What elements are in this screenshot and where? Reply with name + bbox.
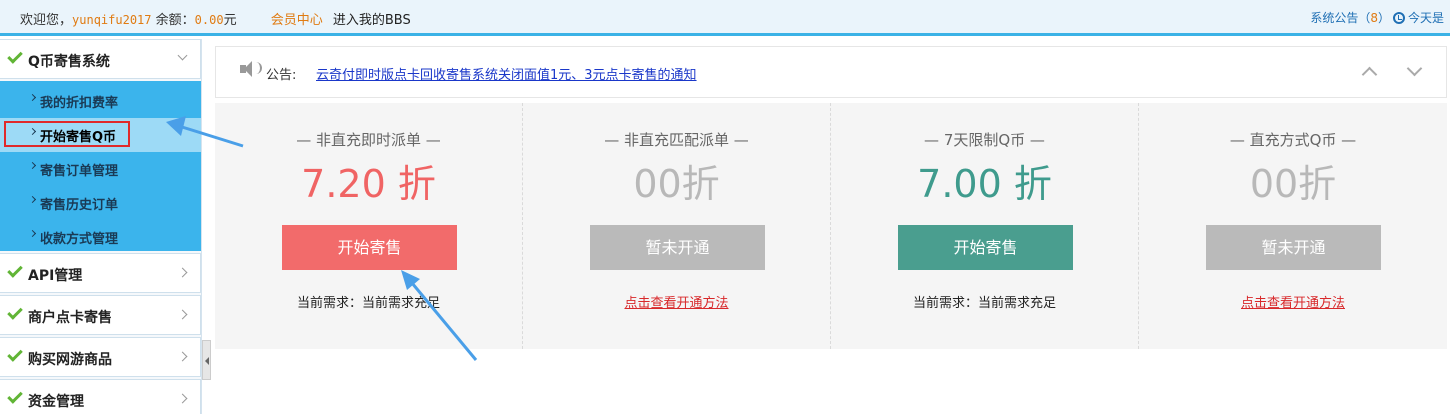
speaker-icon xyxy=(240,61,262,77)
card-match-dispatch: — 非直充匹配派单 — 00折 暂未开通 点击查看开通方法 xyxy=(523,103,831,349)
sidebar-item-label: 开始寄售Q币 xyxy=(40,130,117,145)
discount-rate: 00折 xyxy=(1249,162,1337,206)
member-center-link[interactable]: 会员中心 xyxy=(271,13,323,28)
chevron-right-icon xyxy=(28,93,37,102)
check-icon xyxy=(7,388,23,404)
welcome-text: 欢迎您， xyxy=(20,13,73,28)
user-info: 欢迎您，yunqifu2017 余额：0.00元 会员中心 进入我的BBS xyxy=(20,9,411,28)
sidebar-group-merchant-card[interactable]: 商户点卡寄售 xyxy=(0,295,201,335)
sidebar-group-label: API管理 xyxy=(28,268,83,284)
sidebar-group-label: 商户点卡寄售 xyxy=(28,310,112,326)
consign-cards: — 非直充即时派单 — 7.20 折 开始寄售 当前需求：当前需求充足 — 非直… xyxy=(215,103,1447,349)
sidebar-group-label: Q币寄售系统 xyxy=(28,54,110,70)
sidebar-item-label: 寄售订单管理 xyxy=(40,164,119,179)
announce-count: 8 xyxy=(1370,11,1378,25)
sidebar-group-api[interactable]: API管理 xyxy=(0,253,201,293)
card-title: — 非直充即时派单 — xyxy=(296,131,441,149)
card-title: — 7天限制Q币 — xyxy=(924,131,1045,149)
start-consign-button[interactable]: 开始寄售 xyxy=(898,225,1073,270)
check-icon xyxy=(7,48,23,64)
balance-label: 余额： xyxy=(155,13,195,28)
check-icon xyxy=(7,346,23,362)
system-announcement-link[interactable]: 系统公告（8） xyxy=(1310,11,1390,25)
open-method-link[interactable]: 点击查看开通方法 xyxy=(1139,292,1447,311)
card-title: — 非直充匹配派单 — xyxy=(604,131,749,149)
username: yunqifu2017 xyxy=(72,13,152,27)
sidebar-group-game-goods[interactable]: 购买网游商品 xyxy=(0,337,201,377)
not-open-button[interactable]: 暂未开通 xyxy=(590,225,765,270)
announcement-label: 公告: xyxy=(266,68,297,83)
chevron-down-icon[interactable] xyxy=(1406,60,1423,77)
card-direct-qb: — 直充方式Q币 — 00折 暂未开通 点击查看开通方法 xyxy=(1139,103,1447,349)
sidebar-item-my-discount[interactable]: 我的折扣费率 xyxy=(0,84,201,118)
sidebar-item-order-history[interactable]: 寄售历史订单 xyxy=(0,186,201,220)
card-instant-dispatch: — 非直充即时派单 — 7.20 折 开始寄售 当前需求：当前需求充足 xyxy=(215,103,523,349)
sidebar-group-label: 购买网游商品 xyxy=(28,352,112,368)
check-icon xyxy=(7,262,23,278)
sidebar-item-label: 我的折扣费率 xyxy=(40,96,119,111)
discount-rate: 7.20 折 xyxy=(301,162,436,206)
chevron-right-icon xyxy=(28,195,37,204)
sidebar-item-start-consign[interactable]: 开始寄售Q币 xyxy=(0,118,201,152)
announcement-link[interactable]: 云奇付即时版点卡回收寄售系统关闭面值1元、3元点卡寄售的通知 xyxy=(316,64,697,83)
card-7day-qb: — 7天限制Q币 — 7.00 折 开始寄售 当前需求：当前需求充足 xyxy=(831,103,1139,349)
demand-status: 当前需求：当前需求充足 xyxy=(912,296,1056,311)
chevron-right-icon xyxy=(177,267,188,278)
sidebar-item-label: 寄售历史订单 xyxy=(40,198,119,213)
chevron-right-icon xyxy=(177,309,188,320)
sidebar-submenu: 我的折扣费率 开始寄售Q币 寄售订单管理 寄售历史订单 收款方式管理 xyxy=(0,81,201,251)
sidebar-group-qb-consign[interactable]: Q币寄售系统 xyxy=(0,39,201,79)
top-bar: 欢迎您，yunqifu2017 余额：0.00元 会员中心 进入我的BBS 系统… xyxy=(0,0,1450,36)
today-label: 今天是 xyxy=(1407,11,1444,25)
top-right-info: 系统公告（8） 今天是 xyxy=(1310,9,1444,26)
sidebar-group-label: 资金管理 xyxy=(28,394,84,410)
announce-label: 系统公告（ xyxy=(1310,11,1371,25)
start-consign-button[interactable]: 开始寄售 xyxy=(282,225,457,270)
balance-unit: 元 xyxy=(223,13,237,28)
chevron-up-icon[interactable] xyxy=(1361,66,1378,83)
open-method-link[interactable]: 点击查看开通方法 xyxy=(523,292,830,311)
chevron-right-icon xyxy=(177,351,188,362)
announcement-bar: 公告: 云奇付即时版点卡回收寄售系统关闭面值1元、3元点卡寄售的通知 xyxy=(215,46,1447,98)
sidebar-item-order-manage[interactable]: 寄售订单管理 xyxy=(0,152,201,186)
chevron-right-icon xyxy=(177,393,188,404)
balance-value: 0.00 xyxy=(194,13,224,27)
chevron-right-icon xyxy=(28,229,37,238)
card-title: — 直充方式Q币 — xyxy=(1229,131,1357,149)
sidebar: Q币寄售系统 我的折扣费率 开始寄售Q币 寄售订单管理 寄售历史订单 收款方式管… xyxy=(0,39,202,414)
bbs-link[interactable]: 进入我的BBS xyxy=(333,13,411,28)
demand-status: 当前需求：当前需求充足 xyxy=(296,296,440,311)
discount-rate: 00折 xyxy=(633,162,720,206)
discount-rate: 7.00 折 xyxy=(917,162,1052,206)
sidebar-collapse-toggle[interactable] xyxy=(202,340,211,380)
clock-icon xyxy=(1392,12,1405,24)
check-icon xyxy=(7,304,23,320)
sidebar-item-label: 收款方式管理 xyxy=(40,232,119,247)
not-open-button[interactable]: 暂未开通 xyxy=(1206,225,1381,270)
sidebar-item-payment-method[interactable]: 收款方式管理 xyxy=(0,220,201,254)
announce-close: ） xyxy=(1377,11,1390,25)
sidebar-group-funds[interactable]: 资金管理 xyxy=(0,379,201,414)
chevron-down-icon xyxy=(177,50,188,61)
chevron-right-icon xyxy=(28,161,37,170)
